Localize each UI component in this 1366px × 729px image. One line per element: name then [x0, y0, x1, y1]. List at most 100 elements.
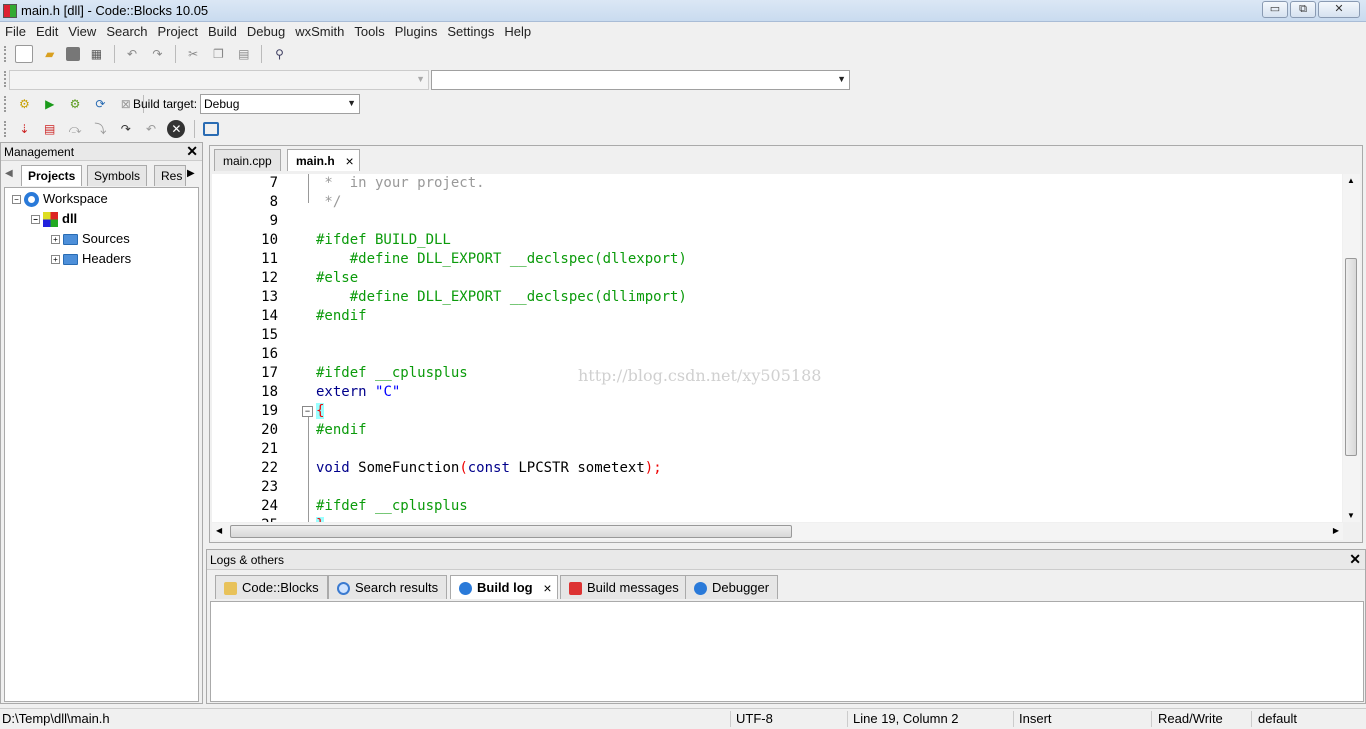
step-out-icon[interactable]: ↶	[142, 120, 160, 138]
menu-file[interactable]: File	[0, 22, 31, 41]
open-icon[interactable]: ▰	[41, 45, 59, 63]
build-target-select[interactable]: Debug ▼	[200, 94, 360, 114]
scrollbar-thumb[interactable]	[230, 525, 792, 538]
code-editor[interactable]: 7 8 9 10 11 12 13 14 15 16 17 18 19 20 2…	[212, 174, 1342, 522]
redo-icon[interactable]: ↷	[148, 45, 166, 63]
paste-icon[interactable]: ▤	[235, 45, 253, 63]
tab-label: main.h	[296, 154, 335, 168]
debug-start-icon[interactable]: ⇣	[15, 120, 33, 138]
save-icon[interactable]	[66, 47, 81, 61]
scroll-up-icon[interactable]: ▲	[1347, 176, 1355, 185]
copy-icon[interactable]: ❐	[209, 45, 227, 63]
tree-item-project[interactable]: − dll	[31, 211, 77, 228]
menu-wxsmith[interactable]: wxSmith	[290, 22, 349, 41]
build-gear-icon[interactable]: ⚙	[15, 95, 33, 113]
tree-item-headers[interactable]: + Headers	[51, 251, 131, 266]
menu-edit[interactable]: Edit	[31, 22, 63, 41]
tab-main-cpp[interactable]: main.cpp	[214, 149, 281, 171]
expand-icon[interactable]: +	[51, 255, 60, 265]
line-number: 24	[261, 498, 278, 514]
close-button[interactable]: ✕	[1318, 1, 1360, 18]
menu-debug[interactable]: Debug	[242, 22, 290, 41]
undo-icon[interactable]: ↶	[123, 45, 141, 63]
editor-vertical-scrollbar[interactable]: ▲ ▼	[1343, 174, 1360, 522]
menu-search[interactable]: Search	[101, 22, 152, 41]
collapse-icon[interactable]: −	[12, 195, 21, 205]
tab-scroll-right-icon[interactable]: ▶	[187, 168, 195, 179]
run-icon[interactable]: ▶	[41, 95, 59, 113]
tab-codeblocks-log[interactable]: Code::Blocks	[215, 575, 328, 599]
scope-combo[interactable]: ▼	[9, 70, 429, 90]
tab-resources[interactable]: Res	[154, 165, 186, 186]
code-keyword: void	[316, 460, 350, 476]
build-and-run-icon[interactable]: ⚙	[66, 95, 84, 113]
toolbar-grip[interactable]	[4, 46, 7, 62]
new-file-icon[interactable]	[15, 45, 34, 63]
code-identifier: SomeFunction	[358, 460, 460, 476]
code-line: */	[316, 194, 342, 210]
cut-icon[interactable]: ✂	[184, 45, 202, 63]
minimize-button[interactable]: ▭	[1262, 1, 1288, 18]
refresh-icon	[694, 582, 707, 596]
close-icon[interactable]: ✕	[1349, 551, 1361, 568]
folder-label: Headers	[82, 251, 132, 266]
menu-bar: File Edit View Search Project Build Debug wxSmi…	[0, 22, 1366, 42]
line-number: 20	[261, 422, 278, 438]
close-icon[interactable]: ✕	[186, 143, 198, 160]
status-separator	[1013, 711, 1014, 727]
rebuild-icon[interactable]: ⟳	[91, 95, 109, 113]
collapse-icon[interactable]: −	[31, 215, 40, 225]
menu-plugins[interactable]: Plugins	[390, 22, 443, 41]
tab-scroll-left-icon[interactable]: ◀	[5, 168, 13, 179]
symbol-combo[interactable]: ▼	[431, 70, 850, 90]
next-line-icon[interactable]: ⤼	[66, 120, 84, 138]
line-number: 14	[261, 308, 278, 324]
step-into-icon[interactable]: ↷	[117, 120, 135, 138]
tree-item-workspace[interactable]: − Workspace	[12, 191, 108, 208]
scroll-down-icon[interactable]: ▼	[1347, 511, 1355, 520]
scrollbar-thumb[interactable]	[1345, 258, 1357, 456]
tab-search-results[interactable]: Search results	[328, 575, 448, 599]
toolbar-grip[interactable]	[4, 71, 7, 87]
status-insert-mode: Insert	[1019, 711, 1052, 726]
tab-projects[interactable]: Projects	[21, 165, 83, 186]
menu-tools[interactable]: Tools	[349, 22, 389, 41]
find-icon[interactable]: ⚲	[270, 45, 288, 63]
status-file-path: D:\Temp\dll\main.h	[2, 711, 110, 726]
save-all-icon[interactable]: ▦	[87, 45, 105, 63]
code-line: #ifdef BUILD_DLL	[316, 232, 451, 248]
tab-symbols[interactable]: Symbols	[87, 165, 148, 186]
expand-icon[interactable]: +	[51, 235, 60, 245]
scroll-right-icon[interactable]: ▶	[1333, 526, 1339, 535]
run-to-cursor-icon[interactable]: ▤	[41, 120, 59, 138]
toolbar-grip[interactable]	[4, 121, 7, 137]
menu-settings[interactable]: Settings	[442, 22, 499, 41]
tab-build-log[interactable]: Build log ×	[450, 575, 558, 599]
editor-horizontal-scrollbar[interactable]: ◀ ▶	[212, 523, 1343, 540]
menu-project[interactable]: Project	[153, 22, 203, 41]
menu-help[interactable]: Help	[499, 22, 536, 41]
tree-item-sources[interactable]: + Sources	[51, 231, 130, 246]
watermark-text: http://blog.csdn.net/xy505188	[578, 366, 822, 385]
next-instruction-icon[interactable]: ⤵	[91, 120, 109, 138]
line-number: 9	[269, 213, 278, 229]
tab-debugger[interactable]: Debugger	[685, 575, 779, 599]
tab-main-h[interactable]: main.h ×	[287, 149, 360, 171]
tab-label: main.cpp	[223, 154, 272, 168]
close-icon[interactable]: ×	[543, 580, 551, 596]
tab-label: Build log	[477, 580, 533, 595]
chevron-down-icon: ▼	[347, 98, 356, 108]
maximize-button[interactable]: ⧉	[1290, 1, 1316, 18]
scroll-left-icon[interactable]: ◀	[216, 526, 222, 535]
fold-collapse-icon[interactable]: −	[302, 406, 313, 417]
status-access: Read/Write	[1158, 711, 1223, 726]
menu-build[interactable]: Build	[203, 22, 242, 41]
close-icon[interactable]: ×	[345, 153, 353, 169]
debug-windows-icon[interactable]	[203, 122, 220, 136]
build-log-content[interactable]	[210, 601, 1364, 702]
menu-view[interactable]: View	[63, 22, 101, 41]
logs-title: Logs & others	[210, 553, 285, 567]
toolbar-grip[interactable]	[4, 96, 7, 112]
stop-debugger-icon[interactable]: ✕	[167, 120, 186, 138]
tab-build-messages[interactable]: Build messages	[560, 575, 688, 599]
